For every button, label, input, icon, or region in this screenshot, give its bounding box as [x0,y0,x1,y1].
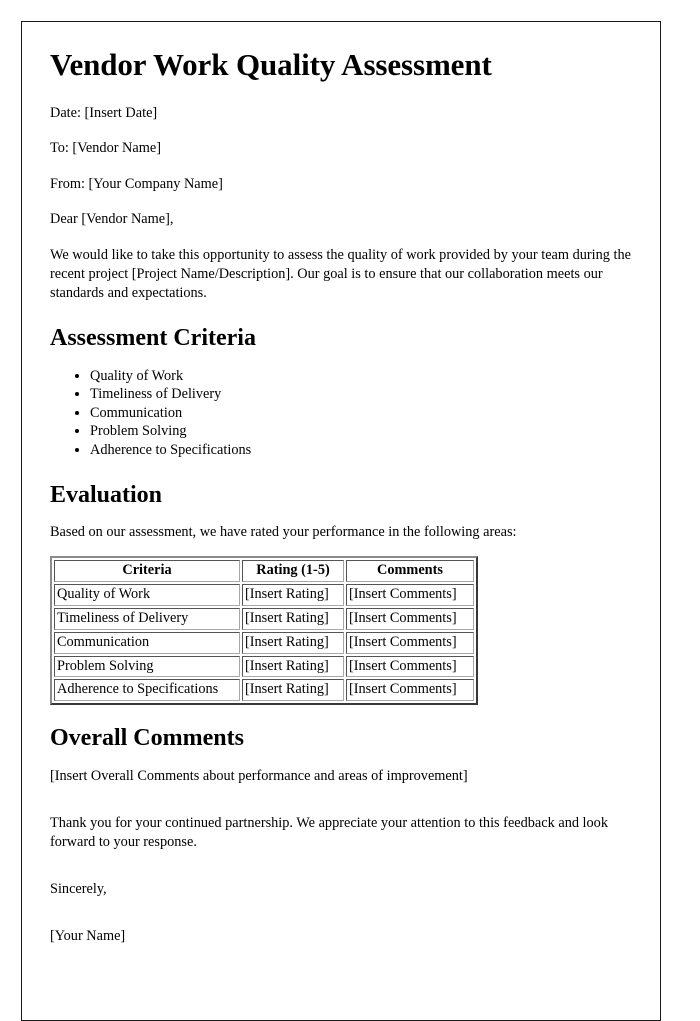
cell-rating[interactable]: [Insert Rating] [242,655,344,678]
cell-comments[interactable]: [Insert Comments] [346,583,474,606]
column-header-criteria: Criteria [54,560,240,582]
cell-rating[interactable]: [Insert Rating] [242,631,344,654]
cell-comments[interactable]: [Insert Comments] [346,655,474,678]
table-header-row: Criteria Rating (1-5) Comments [54,560,474,582]
table-row: Adherence to Specifications [Insert Rati… [54,679,474,702]
list-item: Quality of Work [90,367,632,386]
table-row: Communication [Insert Rating] [Insert Co… [54,631,474,654]
cell-criteria: Timeliness of Delivery [54,607,240,630]
list-item: Problem Solving [90,422,632,441]
evaluation-lead-in: Based on our assessment, we have rated y… [50,524,517,541]
table-header: Criteria Rating (1-5) Comments [54,560,474,582]
assessment-criteria-heading: Assessment Criteria [50,325,256,352]
list-item: Timeliness of Delivery [90,385,632,404]
document-body: Vendor Work Quality Assessment Date: [In… [22,22,660,946]
evaluation-heading: Evaluation [50,481,163,508]
table-row: Timeliness of Delivery [Insert Rating] [… [54,607,474,630]
signoff-closing: Sincerely, [50,880,107,897]
intro-paragraph: We would like to take this opportunity t… [50,247,631,302]
signoff-name: [Your Name] [50,927,126,944]
cell-comments[interactable]: [Insert Comments] [346,679,474,702]
page-title: Vendor Work Quality Assessment [50,47,492,82]
recipient-line: To: [Vendor Name] [50,140,161,157]
cell-comments[interactable]: [Insert Comments] [346,607,474,630]
signoff-spacer [50,866,632,880]
overall-comments-heading: Overall Comments [50,725,244,752]
evaluation-table: Criteria Rating (1-5) Comments Quality o… [50,556,478,706]
salutation: Dear [Vendor Name], [50,211,174,228]
document-page: Vendor Work Quality Assessment Date: [In… [21,21,661,1021]
table-body: Quality of Work [Insert Rating] [Insert … [54,583,474,702]
name-spacer [50,913,632,927]
cell-comments[interactable]: [Insert Comments] [346,631,474,654]
cell-criteria: Adherence to Specifications [54,679,240,702]
column-header-comments: Comments [346,560,474,582]
list-item: Adherence to Specifications [90,441,632,460]
cell-criteria: Problem Solving [54,655,240,678]
list-item: Communication [90,404,632,423]
closing-paragraph: Thank you for your continued partnership… [50,814,608,850]
table-row: Quality of Work [Insert Rating] [Insert … [54,583,474,606]
cell-criteria: Communication [54,631,240,654]
cell-criteria: Quality of Work [54,583,240,606]
column-header-rating: Rating (1-5) [242,560,344,582]
cell-rating[interactable]: [Insert Rating] [242,583,344,606]
date-line: Date: [Insert Date] [50,104,158,121]
cell-rating[interactable]: [Insert Rating] [242,679,344,702]
table-row: Problem Solving [Insert Rating] [Insert … [54,655,474,678]
sender-line: From: [Your Company Name] [50,175,223,192]
overall-comments-placeholder[interactable]: [Insert Overall Comments about performan… [50,767,632,786]
assessment-criteria-list: Quality of Work Timeliness of Delivery C… [50,367,632,460]
cell-rating[interactable]: [Insert Rating] [242,607,344,630]
